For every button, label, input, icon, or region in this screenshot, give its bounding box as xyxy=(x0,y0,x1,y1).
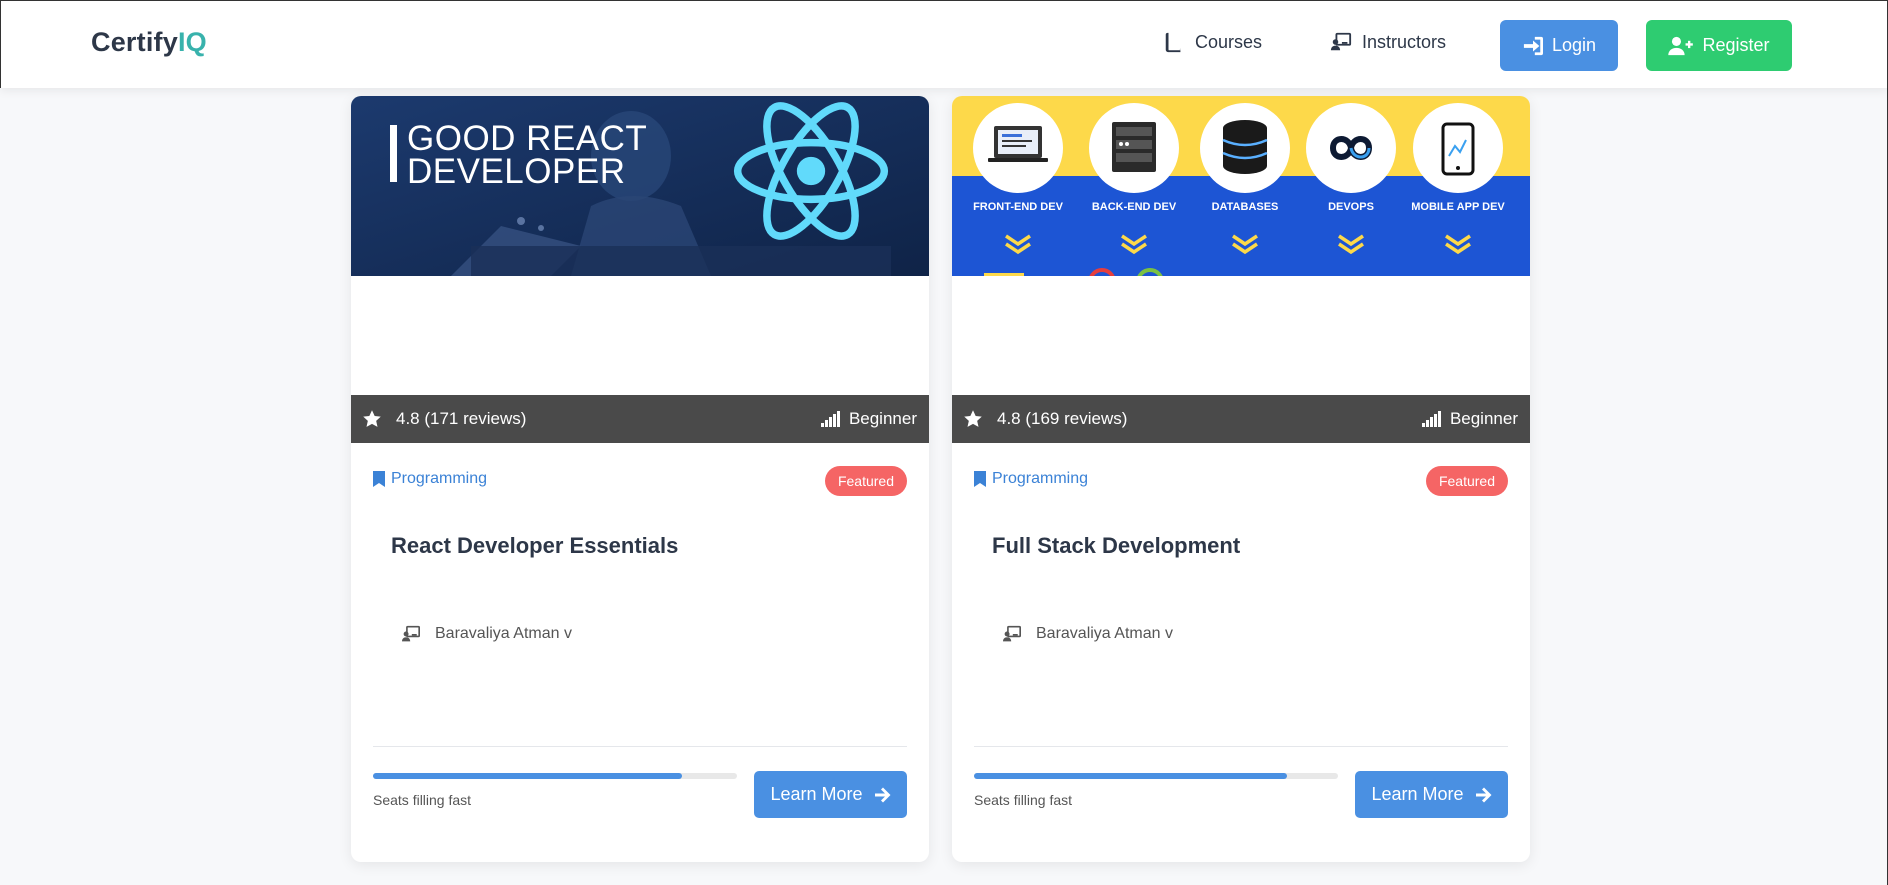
rating-text: 4.8 (169 reviews) xyxy=(997,409,1128,428)
register-button[interactable]: Register xyxy=(1646,20,1792,71)
nav-courses-label: Courses xyxy=(1195,31,1263,52)
learn-more-button[interactable]: Learn More xyxy=(1355,771,1508,818)
featured-badge: Featured xyxy=(824,466,907,496)
login-button[interactable]: Login xyxy=(1500,20,1618,71)
seats-progress-fill xyxy=(373,773,683,779)
image-caption-line2: DEVELOPER xyxy=(407,152,626,191)
image-caption-line1: GOOD REACT xyxy=(407,119,648,158)
category-link[interactable]: Programming xyxy=(373,470,487,488)
logo[interactable]: CertifyIQ xyxy=(91,27,207,58)
logo-main: Certify xyxy=(91,27,178,57)
arrow-right-icon xyxy=(874,787,891,802)
react-logo-icon xyxy=(733,102,889,240)
instructor-info: Baravaliya Atman v xyxy=(401,625,572,643)
rating-text: 4.8 (171 reviews) xyxy=(396,409,527,428)
sign-in-icon xyxy=(1523,36,1543,55)
level-text: Beginner xyxy=(1449,409,1518,428)
signal-icon xyxy=(1421,411,1441,427)
image-label: BACK-END DEV xyxy=(1091,201,1177,213)
course-title[interactable]: React Developer Essentials xyxy=(391,533,678,559)
chalkboard-teacher-icon xyxy=(1003,625,1021,642)
featured-badge: Featured xyxy=(1425,466,1508,496)
top-navbar: CertifyIQ Courses Instructors Login Regi… xyxy=(0,0,1888,88)
nav-instructors[interactable]: Instructors xyxy=(1330,31,1446,53)
image-label: DATABASES xyxy=(1211,201,1279,213)
star-icon xyxy=(363,410,381,427)
bookmark-icon xyxy=(974,471,986,487)
image-label: MOBILE APP DEV xyxy=(1411,201,1505,213)
instructor-name: Baravaliya Atman v xyxy=(435,625,572,642)
category-label: Programming xyxy=(992,470,1089,487)
seats-text: Seats filling fast xyxy=(373,792,472,808)
rating-bar: 4.8 (169 reviews) Beginner xyxy=(952,395,1530,443)
login-label: Login xyxy=(1551,35,1597,55)
star-icon xyxy=(964,410,982,427)
category-link[interactable]: Programming xyxy=(974,470,1088,488)
seats-progress xyxy=(373,773,737,779)
learn-more-button[interactable]: Learn More xyxy=(754,771,907,818)
instructor-info: Baravaliya Atman v xyxy=(1002,625,1173,643)
course-image[interactable]: GOOD REACT DEVELOPER xyxy=(351,96,929,276)
chalkboard-teacher-icon xyxy=(402,625,420,642)
book-icon xyxy=(1165,32,1181,53)
seats-progress-fill xyxy=(974,773,1288,779)
learn-more-label: Learn More xyxy=(770,784,863,804)
image-spacer xyxy=(351,276,929,395)
nav-courses[interactable]: Courses xyxy=(1163,31,1262,53)
divider xyxy=(974,746,1508,747)
bookmark-icon xyxy=(373,471,385,487)
learn-more-label: Learn More xyxy=(1371,784,1464,804)
course-image[interactable]: FRONT-END DEV BACK-END DEV DATABASES DEV… xyxy=(952,96,1530,276)
seats-text: Seats filling fast xyxy=(974,792,1073,808)
user-plus-icon xyxy=(1668,36,1694,55)
course-title[interactable]: Full Stack Development xyxy=(992,533,1240,559)
level-text: Beginner xyxy=(848,409,917,428)
arrow-right-icon xyxy=(1475,787,1492,802)
image-spacer xyxy=(952,276,1530,395)
register-label: Register xyxy=(1702,35,1770,55)
logo-accent: IQ xyxy=(177,27,207,57)
image-label: FRONT-END DEV xyxy=(973,201,1063,213)
signal-icon xyxy=(820,411,840,427)
divider xyxy=(373,746,907,747)
chalkboard-teacher-icon xyxy=(1330,32,1352,51)
course-card: GOOD REACT DEVELOPER 4.8 (171 reviews) B… xyxy=(351,96,929,862)
rating-bar: 4.8 (171 reviews) Beginner xyxy=(351,395,929,443)
seats-progress xyxy=(974,773,1338,779)
nav-instructors-label: Instructors xyxy=(1362,31,1447,52)
image-label: DEVOPS xyxy=(1328,201,1374,213)
category-label: Programming xyxy=(391,470,488,487)
instructor-name: Baravaliya Atman v xyxy=(1036,625,1173,642)
course-card: FRONT-END DEV BACK-END DEV DATABASES DEV… xyxy=(952,96,1530,862)
